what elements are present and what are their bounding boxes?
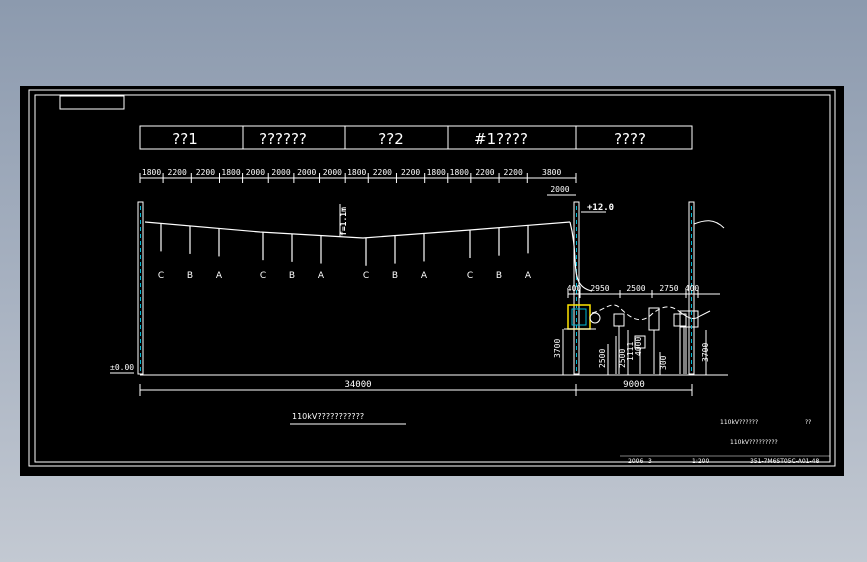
top-dim-label: 2000 <box>297 168 316 177</box>
cad-drawing-area: ??1 ?????? ??2 #1???? ???? 1800 2200 2200 1… <box>20 86 844 476</box>
sag-label: f=1.1m <box>339 207 348 236</box>
table-header-3: ??2 <box>378 130 403 148</box>
top-dim-label: 2000 <box>246 168 265 177</box>
note-mark: ?? <box>805 419 811 426</box>
phase-label: A <box>318 271 325 281</box>
phase-label: A <box>216 271 223 281</box>
vdim-5: 4000 <box>634 337 643 356</box>
bay-dim-label: 400 <box>567 284 582 293</box>
table-header-5: ???? <box>614 130 646 148</box>
corner-label-box <box>59 95 125 110</box>
bay-dim-label: 2500 <box>626 284 645 293</box>
bottom-dim-9000: 9000 <box>623 380 645 390</box>
title-block-scale: 1:200 <box>692 458 709 465</box>
top-dim-label: 1800 <box>347 168 366 177</box>
table-header-4: #1???? <box>474 130 528 148</box>
vdim-6: 300 <box>659 355 668 370</box>
bay-dimension-chain: 400 2950 2500 2750 400 <box>567 284 720 298</box>
top-dim-label: 2000 <box>271 168 290 177</box>
top-dim-label: 2000 <box>323 168 342 177</box>
level-right-label: +12.0 <box>587 203 614 213</box>
drawing-svg: ??1 ?????? ??2 #1???? ???? 1800 2200 2200 1… <box>28 89 836 467</box>
left-portal-column <box>137 201 144 375</box>
note-top-right: 110kV?????? <box>720 419 758 426</box>
phase-label: B <box>496 271 502 281</box>
top-dim-label: 1800 <box>427 168 446 177</box>
top-dim-label: 2200 <box>373 168 392 177</box>
phase-label: C <box>363 271 369 281</box>
title-block-number: 3 <box>648 458 652 465</box>
phase-label: B <box>187 271 193 281</box>
phase-label: A <box>525 271 532 281</box>
title-block-year: 2006 <box>628 458 643 465</box>
top-dim-label: 2200 <box>168 168 187 177</box>
top-dim-label: 1800 <box>221 168 240 177</box>
header-table: ??1 ?????? ??2 #1???? ???? <box>139 125 693 150</box>
bottom-dim-34000: 34000 <box>344 380 371 390</box>
vdim-1: 3700 <box>553 339 562 358</box>
phase-label: C <box>158 271 164 281</box>
phase-label: C <box>467 271 473 281</box>
top-dim-label: 2200 <box>401 168 420 177</box>
vdim-2: 2500 <box>598 349 607 368</box>
inner-frame <box>34 94 831 463</box>
table-header-2: ?????? <box>259 130 307 148</box>
phase-label: B <box>392 271 398 281</box>
top-dim-label: 1800 <box>142 168 161 177</box>
dim-2000-right: 2000 <box>550 185 569 194</box>
bay-dim-label: 2750 <box>659 284 678 293</box>
phase-label: C <box>260 271 266 281</box>
bay-dim-label: 400 <box>685 284 700 293</box>
outer-frame <box>28 89 836 467</box>
section-title: 110kV??????????? <box>292 412 364 421</box>
top-dim-label: 2200 <box>475 168 494 177</box>
phase-label: A <box>421 271 428 281</box>
vdim-7: 3700 <box>701 343 710 362</box>
bay-dim-label: 2950 <box>590 284 609 293</box>
ground-level-label: ±0.00 <box>110 363 134 372</box>
top-dim-label: 1800 <box>450 168 469 177</box>
top-dim-label: 2200 <box>196 168 215 177</box>
top-dim-label: 3800 <box>542 168 561 177</box>
title-block-code: 351-7M6ST05C-A01-48 <box>750 458 819 465</box>
table-header-1: ??1 <box>172 130 197 148</box>
note-bottom-right: 110kV????????? <box>730 439 778 446</box>
top-dimension-chain: 1800 2200 2200 1800 2000 2000 2000 2000 1800 2200… <box>139 168 577 183</box>
phase-label: B <box>289 271 295 281</box>
bottom-dimensions <box>139 384 693 396</box>
top-dim-label: 2200 <box>504 168 523 177</box>
